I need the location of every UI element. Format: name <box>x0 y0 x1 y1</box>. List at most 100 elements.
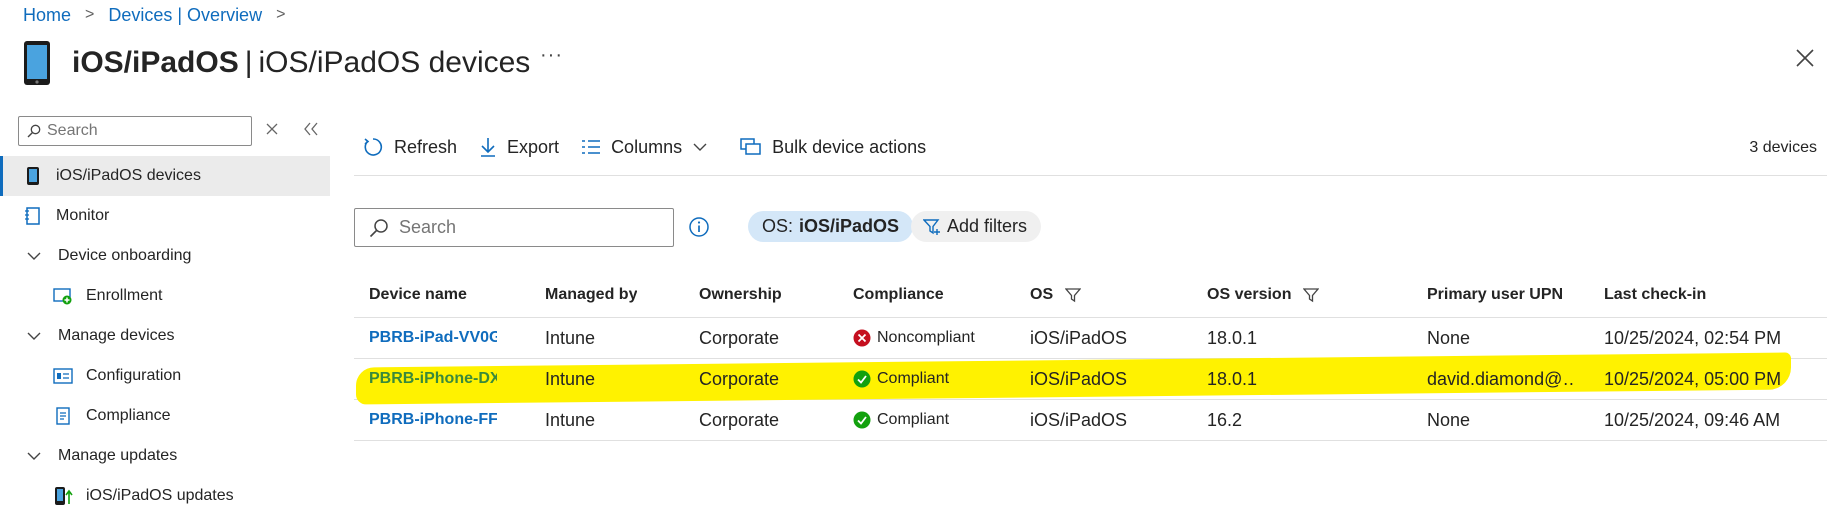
os-version-cell: 18.0.1 <box>1207 327 1258 348</box>
filter-icon[interactable] <box>1303 287 1320 303</box>
columns-button[interactable]: Columns <box>581 137 718 158</box>
os-cell: iOS/iPadOS <box>1030 409 1128 430</box>
sidebar-item-configuration[interactable]: Configuration <box>0 356 330 396</box>
sidebar-group-manage-devices[interactable]: Manage devices <box>0 316 330 356</box>
phone-icon <box>22 165 44 187</box>
upn-cell: None <box>1427 409 1471 430</box>
sidebar-item-label: Configuration <box>86 367 182 384</box>
divider <box>354 175 1827 176</box>
sidebar-group-label: Manage devices <box>58 327 175 344</box>
check-circle-icon <box>853 411 871 429</box>
device-name-link[interactable]: PBRB-iPhone-DX3 <box>369 370 497 388</box>
os-filter-pill[interactable]: OS: iOS/iPadOS <box>748 211 914 242</box>
table-row[interactable]: PBRB-iPhone-FFN Intune Corporate Complia… <box>354 400 1827 441</box>
os-version-cell: 16.2 <box>1207 409 1243 430</box>
upn-cell: david.diamond@… <box>1427 368 1575 389</box>
os-cell: iOS/iPadOS <box>1030 327 1128 348</box>
sidebar-item-monitor[interactable]: Monitor <box>0 196 330 236</box>
sidebar-item-label: iOS/iPadOS devices <box>56 167 201 184</box>
search-icon <box>27 124 41 138</box>
page-title: iOS/iPadOS | iOS/iPadOS devices <box>72 46 531 79</box>
close-icon[interactable] <box>1793 46 1817 70</box>
column-header-os-version[interactable]: OS version <box>1207 286 1320 304</box>
export-button[interactable]: Export <box>479 136 559 158</box>
column-header-last-check-in[interactable]: Last check-in <box>1604 286 1706 304</box>
compliance-icon <box>52 405 74 427</box>
column-header-os[interactable]: OS <box>1030 286 1082 304</box>
ownership-cell: Corporate <box>699 327 780 348</box>
managed-by-cell: Intune <box>545 327 596 348</box>
table-header-row: Device name Managed by Ownership Complia… <box>354 272 1827 318</box>
chevron-down-icon <box>27 332 41 340</box>
device-count: 3 devices <box>1749 139 1817 156</box>
table-row[interactable]: PBRB-iPhone-DX3 Intune Corporate Complia… <box>354 352 1827 405</box>
filter-icon[interactable] <box>1065 287 1082 303</box>
os-cell: iOS/iPadOS <box>1030 368 1128 389</box>
managed-by-cell: Intune <box>545 409 596 430</box>
chevron-right-icon: > <box>85 6 95 23</box>
updates-icon <box>52 485 74 507</box>
chevron-right-icon: > <box>276 6 286 23</box>
sidebar-item-label: Compliance <box>86 407 171 424</box>
ownership-cell: Corporate <box>699 409 780 430</box>
download-icon <box>481 138 496 157</box>
sidebar-group-label: Manage updates <box>58 447 178 464</box>
sidebar-search-field[interactable] <box>18 116 252 146</box>
list-icon <box>582 140 601 154</box>
device-name-link[interactable]: PBRB-iPhone-FFN <box>369 411 497 429</box>
devices-table: Device name Managed by Ownership Complia… <box>354 272 1827 441</box>
column-header-ownership[interactable]: Ownership <box>699 286 782 304</box>
managed-by-cell: Intune <box>545 368 596 389</box>
sidebar-item-ios-updates[interactable]: iOS/iPadOS updates <box>0 476 330 516</box>
column-header-compliance[interactable]: Compliance <box>853 286 944 304</box>
page-header: iOS/iPadOS | iOS/iPadOS devices <box>20 38 530 88</box>
sidebar-nav: iOS/iPadOS devices Monitor Device onboar… <box>0 156 330 516</box>
enrollment-icon <box>52 285 74 307</box>
column-header-device-name[interactable]: Device name <box>369 286 497 304</box>
configuration-icon <box>52 365 74 387</box>
search-icon <box>369 218 388 237</box>
compliance-cell: Compliant <box>853 411 949 429</box>
info-icon[interactable] <box>688 216 710 238</box>
breadcrumb: Home > Devices | Overview > <box>23 4 299 26</box>
device-search-input[interactable] <box>399 217 659 238</box>
table-row[interactable]: PBRB-iPad-VV0GI Intune Corporate Noncomp… <box>354 318 1827 359</box>
last-check-in-cell: 10/25/2024, 02:54 PM <box>1604 327 1782 348</box>
sidebar-item-label: iOS/iPadOS updates <box>86 487 234 504</box>
sidebar-search-input[interactable] <box>47 122 237 140</box>
last-check-in-cell: 10/25/2024, 05:00 PM <box>1604 368 1782 389</box>
sidebar-item-label: Monitor <box>56 207 110 224</box>
notebook-icon <box>22 205 44 227</box>
os-version-cell: 18.0.1 <box>1207 368 1258 389</box>
column-header-primary-user-upn[interactable]: Primary user UPN <box>1427 286 1575 304</box>
compliance-cell: Noncompliant <box>853 329 975 347</box>
sidebar-item-enrollment[interactable]: Enrollment <box>0 276 330 316</box>
refresh-button[interactable]: Refresh <box>362 136 457 158</box>
phone-icon <box>24 41 50 85</box>
sidebar-group-device-onboarding[interactable]: Device onboarding <box>0 236 330 276</box>
breadcrumb-devices-overview[interactable]: Devices | Overview <box>108 5 262 26</box>
error-circle-icon <box>853 329 871 347</box>
sidebar-item-compliance[interactable]: Compliance <box>0 396 330 436</box>
last-check-in-cell: 10/25/2024, 09:46 AM <box>1604 409 1781 430</box>
check-circle-icon <box>853 370 871 388</box>
bulk-actions-icon <box>740 138 761 155</box>
sidebar-item-label: Enrollment <box>86 287 163 304</box>
command-bar: Refresh Export Columns Bulk device actio… <box>362 132 948 162</box>
sidebar-item-ios-devices[interactable]: iOS/iPadOS devices <box>0 156 330 196</box>
chevron-down-icon <box>27 452 41 460</box>
refresh-icon <box>364 138 383 156</box>
sidebar-group-manage-updates[interactable]: Manage updates <box>0 436 330 476</box>
column-header-managed-by[interactable]: Managed by <box>545 286 637 304</box>
device-search-field[interactable] <box>354 208 674 247</box>
upn-cell: None <box>1427 327 1471 348</box>
clear-search-icon[interactable] <box>264 121 280 137</box>
compliance-cell: Compliant <box>853 370 949 388</box>
add-filters-button[interactable]: Add filters <box>911 211 1042 242</box>
more-options-button[interactable]: ··· <box>540 44 563 67</box>
breadcrumb-home[interactable]: Home <box>23 5 71 26</box>
bulk-device-actions-button[interactable]: Bulk device actions <box>740 137 926 158</box>
device-name-link[interactable]: PBRB-iPad-VV0GI <box>369 329 497 347</box>
collapse-sidebar-icon[interactable] <box>302 120 320 138</box>
filter-add-icon <box>923 218 940 235</box>
